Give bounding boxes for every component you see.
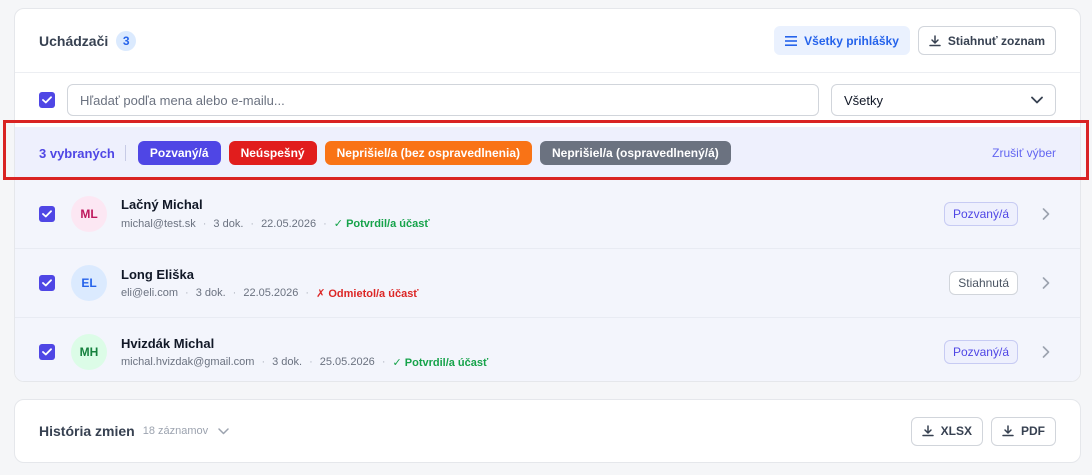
applicants-count-badge: 3 <box>116 30 137 51</box>
status-badge: Stiahnutá <box>949 271 1018 295</box>
applicant-name: Lačný Michal <box>121 197 203 212</box>
applicant-row[interactable]: EL Long Eliška eli@eli.com · 3 dok. · 22.0… <box>15 248 1080 317</box>
status-filter-select[interactable]: Všetky <box>831 84 1056 116</box>
chevron-right-icon[interactable] <box>1042 207 1050 220</box>
avatar: ML <box>71 195 107 232</box>
download-icon <box>929 34 941 46</box>
select-all-checkbox[interactable] <box>39 92 55 108</box>
history-card: História zmien 18 záznamov XLSX PDF <box>14 399 1081 463</box>
applicant-docs: 3 dok. <box>272 356 303 368</box>
clear-selection-link[interactable]: Zrušiť výber <box>992 146 1056 160</box>
export-pdf-button[interactable]: PDF <box>991 416 1056 446</box>
check-icon <box>42 279 52 287</box>
bulk-no-show-unexcused-button[interactable]: Neprišiel/a (bez ospravedlnenia) <box>324 141 533 165</box>
applicant-name: Hvizdák Michal <box>121 335 215 351</box>
applicant-date: 22.05.2026 <box>243 287 299 299</box>
download-list-button[interactable]: Stiahnuť zoznam <box>917 26 1056 55</box>
check-icon <box>42 96 52 104</box>
all-applications-label: Všetky prihlášky <box>804 33 899 48</box>
status-badge: Pozvaný/á <box>943 201 1018 226</box>
applicants-title: Uchádzači <box>39 32 109 49</box>
export-xlsx-label: XLSX <box>940 424 972 438</box>
applicant-email: michal.hvizdak@gmail.com <box>121 356 255 368</box>
selected-count: 3 vybraných <box>39 145 115 161</box>
status-badge: Pozvaný/á <box>943 340 1018 364</box>
check-icon <box>42 348 52 356</box>
row-checkbox[interactable] <box>39 275 55 291</box>
attendance-status: ✗ Odmietol/a účasť <box>316 287 419 300</box>
chevron-down-icon[interactable] <box>218 427 229 435</box>
download-list-label: Stiahnuť zoznam <box>947 33 1045 48</box>
export-xlsx-button[interactable]: XLSX <box>910 416 983 446</box>
applicant-docs: 3 dok. <box>213 217 244 230</box>
applicant-row[interactable]: ML Lačný Michal michal@test.sk · 3 dok. · … <box>15 179 1080 248</box>
history-title: História zmien <box>39 423 135 439</box>
bulk-no-show-excused-button[interactable]: Neprišiel/a (ospravedlnený/á) <box>540 141 731 165</box>
download-icon <box>921 425 934 437</box>
chevron-right-icon[interactable] <box>1042 346 1050 358</box>
history-count: 18 záznamov <box>142 425 209 437</box>
bulk-invited-button[interactable]: Pozvaný/á <box>137 141 221 165</box>
list-icon <box>785 35 798 46</box>
attendance-status: ✓ Potvrdil/a účasť <box>333 218 430 230</box>
filter-row: Všetky <box>15 73 1080 127</box>
applicant-row[interactable]: MH Hvizdák Michal michal.hvizdak@gmail.c… <box>15 317 1080 381</box>
search-input[interactable] <box>67 84 819 116</box>
row-checkbox[interactable] <box>39 344 55 360</box>
check-icon <box>42 209 52 217</box>
all-applications-button[interactable]: Všetky prihlášky <box>774 26 910 55</box>
applicant-date: 22.05.2026 <box>261 217 317 230</box>
history-header[interactable]: História zmien 18 záznamov XLSX PDF <box>15 400 1080 462</box>
divider <box>124 145 126 161</box>
status-filter-value: Všetky <box>844 92 884 108</box>
row-checkbox[interactable] <box>39 205 55 222</box>
download-icon <box>1002 425 1014 437</box>
applicant-email: eli@eli.com <box>121 287 179 299</box>
applicant-name: Long Eliška <box>121 266 194 282</box>
applicants-card: Uchádzači 3 Všetky prihlášky Stiahnuť zo… <box>14 8 1081 382</box>
attendance-status: ✓ Potvrdil/a účasť <box>392 356 489 369</box>
applicant-email: michal@test.sk <box>121 217 196 230</box>
chevron-down-icon <box>1031 96 1043 104</box>
bulk-selection-bar: 3 vybraných Pozvaný/á Neúspešný Neprišie… <box>15 127 1080 179</box>
bulk-unsuccessful-button[interactable]: Neúspešný <box>228 141 317 165</box>
applicant-docs: 3 dok. <box>195 287 226 299</box>
avatar: EL <box>71 265 107 301</box>
avatar: MH <box>71 334 107 370</box>
applicant-date: 25.05.2026 <box>319 356 375 368</box>
export-pdf-label: PDF <box>1021 424 1045 438</box>
applicant-list: ML Lačný Michal michal@test.sk · 3 dok. · … <box>15 179 1080 381</box>
applicants-header: Uchádzači 3 Všetky prihlášky Stiahnuť zo… <box>15 9 1080 73</box>
chevron-right-icon[interactable] <box>1042 277 1050 289</box>
